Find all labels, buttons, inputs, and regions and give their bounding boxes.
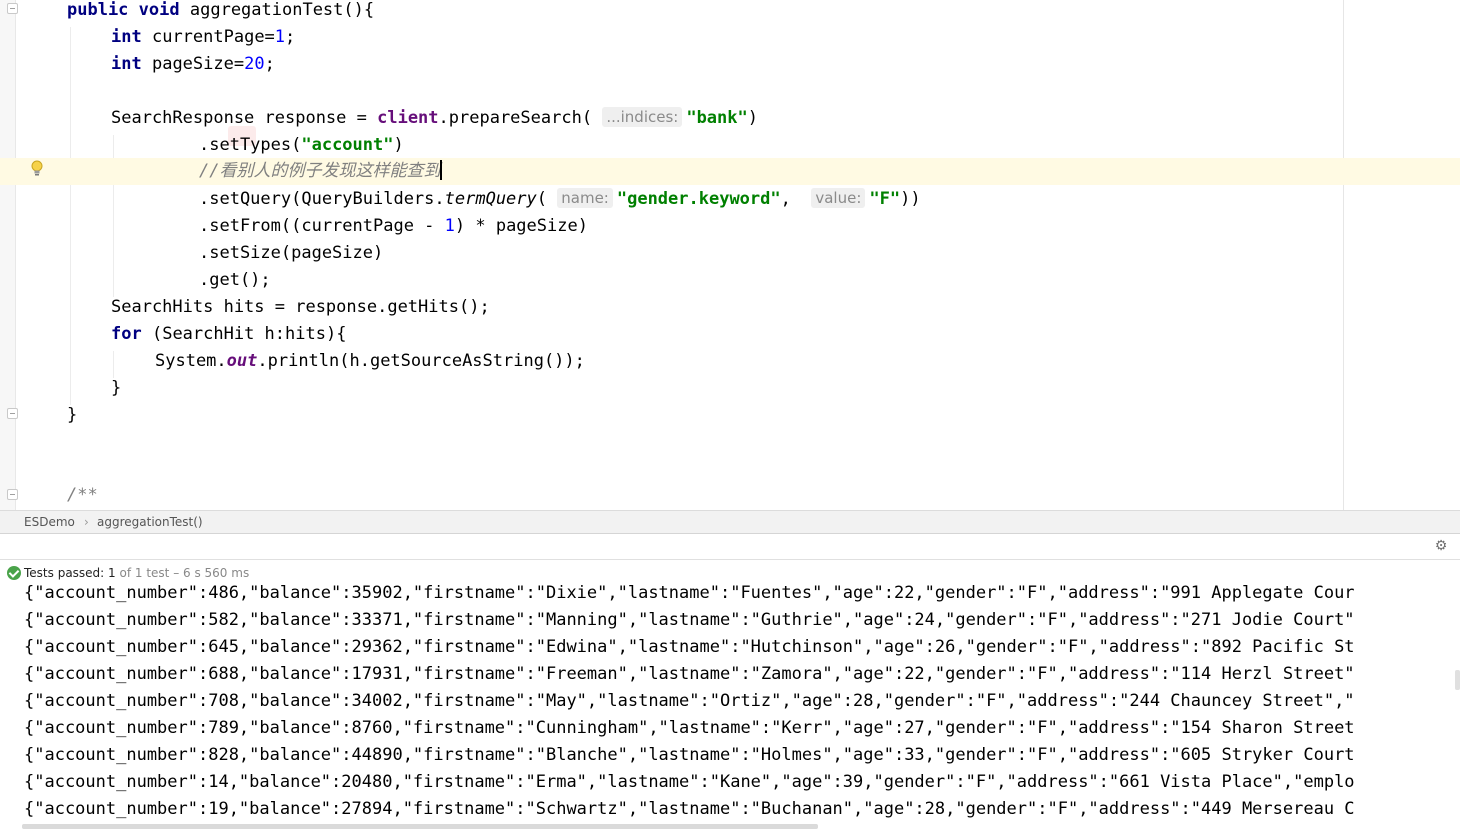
test-status-bar: Tests passed: 1 of 1 test – 6 s 560 ms [0,559,1460,586]
run-panel-toolbar: ⚙ [0,533,1460,559]
console-line: {"account_number":582,"balance":33371,"f… [24,610,1355,630]
parameter-hint: value: [811,188,866,208]
code-line[interactable]: public void aggregationTest(){ [0,0,1460,24]
parameter-hint: ...indices: [602,107,683,127]
code-editor[interactable]: public void aggregationTest(){ int curre… [0,0,1460,510]
keyword: int [111,27,142,47]
semicolon: ; [264,54,275,74]
static-method: termQuery [444,189,537,209]
closing-brace: } [111,378,122,398]
console-line: {"account_number":19,"balance":27894,"fi… [24,799,1355,819]
code-line[interactable]: .setTypes("account") [0,132,1460,159]
code-text: , [780,189,791,209]
code-text: (SearchHit h:hits){ [151,324,347,344]
method-signature: aggregationTest(){ [189,0,375,20]
code-text: ) [747,108,758,128]
vertical-scrollbar[interactable] [1455,670,1460,690]
number-literal: 20 [244,54,265,74]
current-code-line[interactable]: //看别人的例子发现这样能查到 [0,158,1460,185]
chevron-right-icon: › [84,515,89,529]
code-text: SearchHits hits = response.getHits(); [111,297,490,317]
code-line[interactable]: .setFrom((currentPage - 1) * pageSize) [0,213,1460,240]
code-text: .setSize(pageSize) [199,243,384,263]
code-line[interactable]: SearchResponse response = client.prepare… [0,105,1460,132]
code-text: .setQuery(QueryBuilders. [199,189,445,209]
code-line[interactable]: SearchHits hits = response.getHits(); [0,294,1460,321]
code-text: )) [900,189,921,209]
code-comment: /** [67,485,98,505]
field-reference: client [377,108,439,128]
string-literal: "bank" [686,108,748,128]
code-line[interactable]: System.out.println(h.getSourceAsString()… [0,348,1460,375]
string-literal: "F" [869,189,901,209]
console-line: {"account_number":789,"balance":8760,"fi… [24,718,1355,738]
console-line: {"account_number":645,"balance":29362,"f… [24,637,1355,657]
code-line[interactable]: .setSize(pageSize) [0,240,1460,267]
console-line: {"account_number":828,"balance":44890,"f… [24,745,1355,765]
code-comment: //看别人的例子发现这样能查到 [199,161,441,181]
console-line: {"account_number":708,"balance":34002,"f… [24,691,1355,711]
keyword: public [67,0,129,20]
lightbulb-icon[interactable] [30,160,44,176]
gear-icon[interactable]: ⚙ [1434,539,1448,553]
code-text: SearchResponse response = [111,108,378,128]
static-field: out [226,351,258,371]
string-literal: "account" [301,135,394,155]
console-line: {"account_number":688,"balance":17931,"f… [24,664,1355,684]
code-line[interactable]: int pageSize=20; [0,51,1460,78]
status-detail: of 1 test – 6 s 560 ms [119,566,250,580]
number-literal: 1 [274,27,286,47]
text-caret [440,160,443,180]
code-line[interactable]: .setQuery(QueryBuilders.termQuery( name:… [0,186,1460,213]
code-text: .prepareSearch( [438,108,593,128]
closing-brace: } [67,405,78,425]
code-line[interactable]: /** [0,482,1460,509]
keyword: for [111,324,142,344]
keyword: void [138,0,180,20]
keyword: int [111,54,142,74]
string-literal: "gender.keyword" [616,189,781,209]
code-line[interactable]: } [0,375,1460,402]
semicolon: ; [285,27,296,47]
code-line[interactable]: } [0,402,1460,429]
code-text: .setFrom((currentPage - [199,216,445,236]
code-text: System. [155,351,227,371]
number-literal: 1 [444,216,455,236]
identifier: currentPage= [151,27,275,47]
code-line[interactable]: .get(); [0,267,1460,294]
test-status-text: Tests passed: 1 of 1 test – 6 s 560 ms [24,560,249,586]
code-text: ( [536,189,548,209]
code-text: ) * pageSize) [454,216,588,236]
horizontal-scrollbar[interactable] [22,824,818,829]
code-text: .println(h.getSourceAsString()); [257,351,585,371]
code-text: ) [393,135,404,155]
test-passed-icon [7,566,21,580]
status-label: Tests passed: [24,566,105,580]
code-text: .get(); [199,270,271,290]
breadcrumb-method[interactable]: aggregationTest() [97,511,203,533]
code-line[interactable]: for (SearchHit h:hits){ [0,321,1460,348]
parameter-hint: name: [557,188,613,208]
identifier: pageSize= [151,54,245,74]
console-line: {"account_number":14,"balance":20480,"fi… [24,772,1355,792]
console-output[interactable]: {"account_number":486,"balance":35902,"f… [0,585,1454,829]
breadcrumb-class[interactable]: ESDemo [24,511,75,533]
console-line: {"account_number":486,"balance":35902,"f… [24,585,1355,603]
code-text: .setTypes( [199,135,302,155]
code-line[interactable]: int currentPage=1; [0,24,1460,51]
status-count: 1 [108,566,116,580]
breadcrumb: ESDemo › aggregationTest() [0,510,1460,533]
